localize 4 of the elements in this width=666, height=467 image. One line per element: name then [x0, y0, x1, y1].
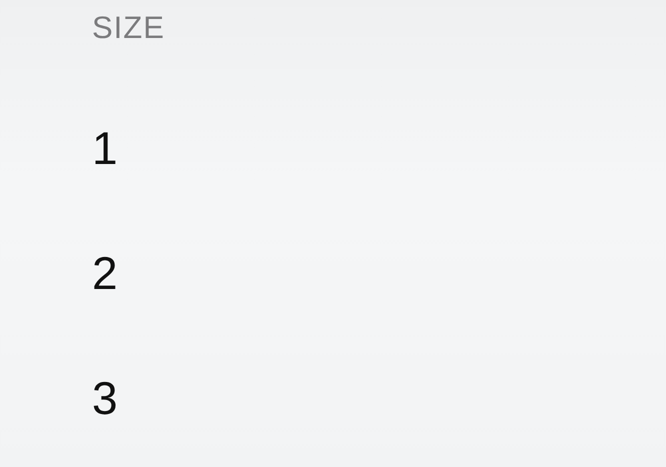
size-option[interactable]: 2 [0, 210, 118, 335]
size-option[interactable]: 3 [0, 335, 118, 460]
size-option[interactable]: 1 [0, 85, 118, 210]
section-header: SIZE [92, 10, 165, 46]
